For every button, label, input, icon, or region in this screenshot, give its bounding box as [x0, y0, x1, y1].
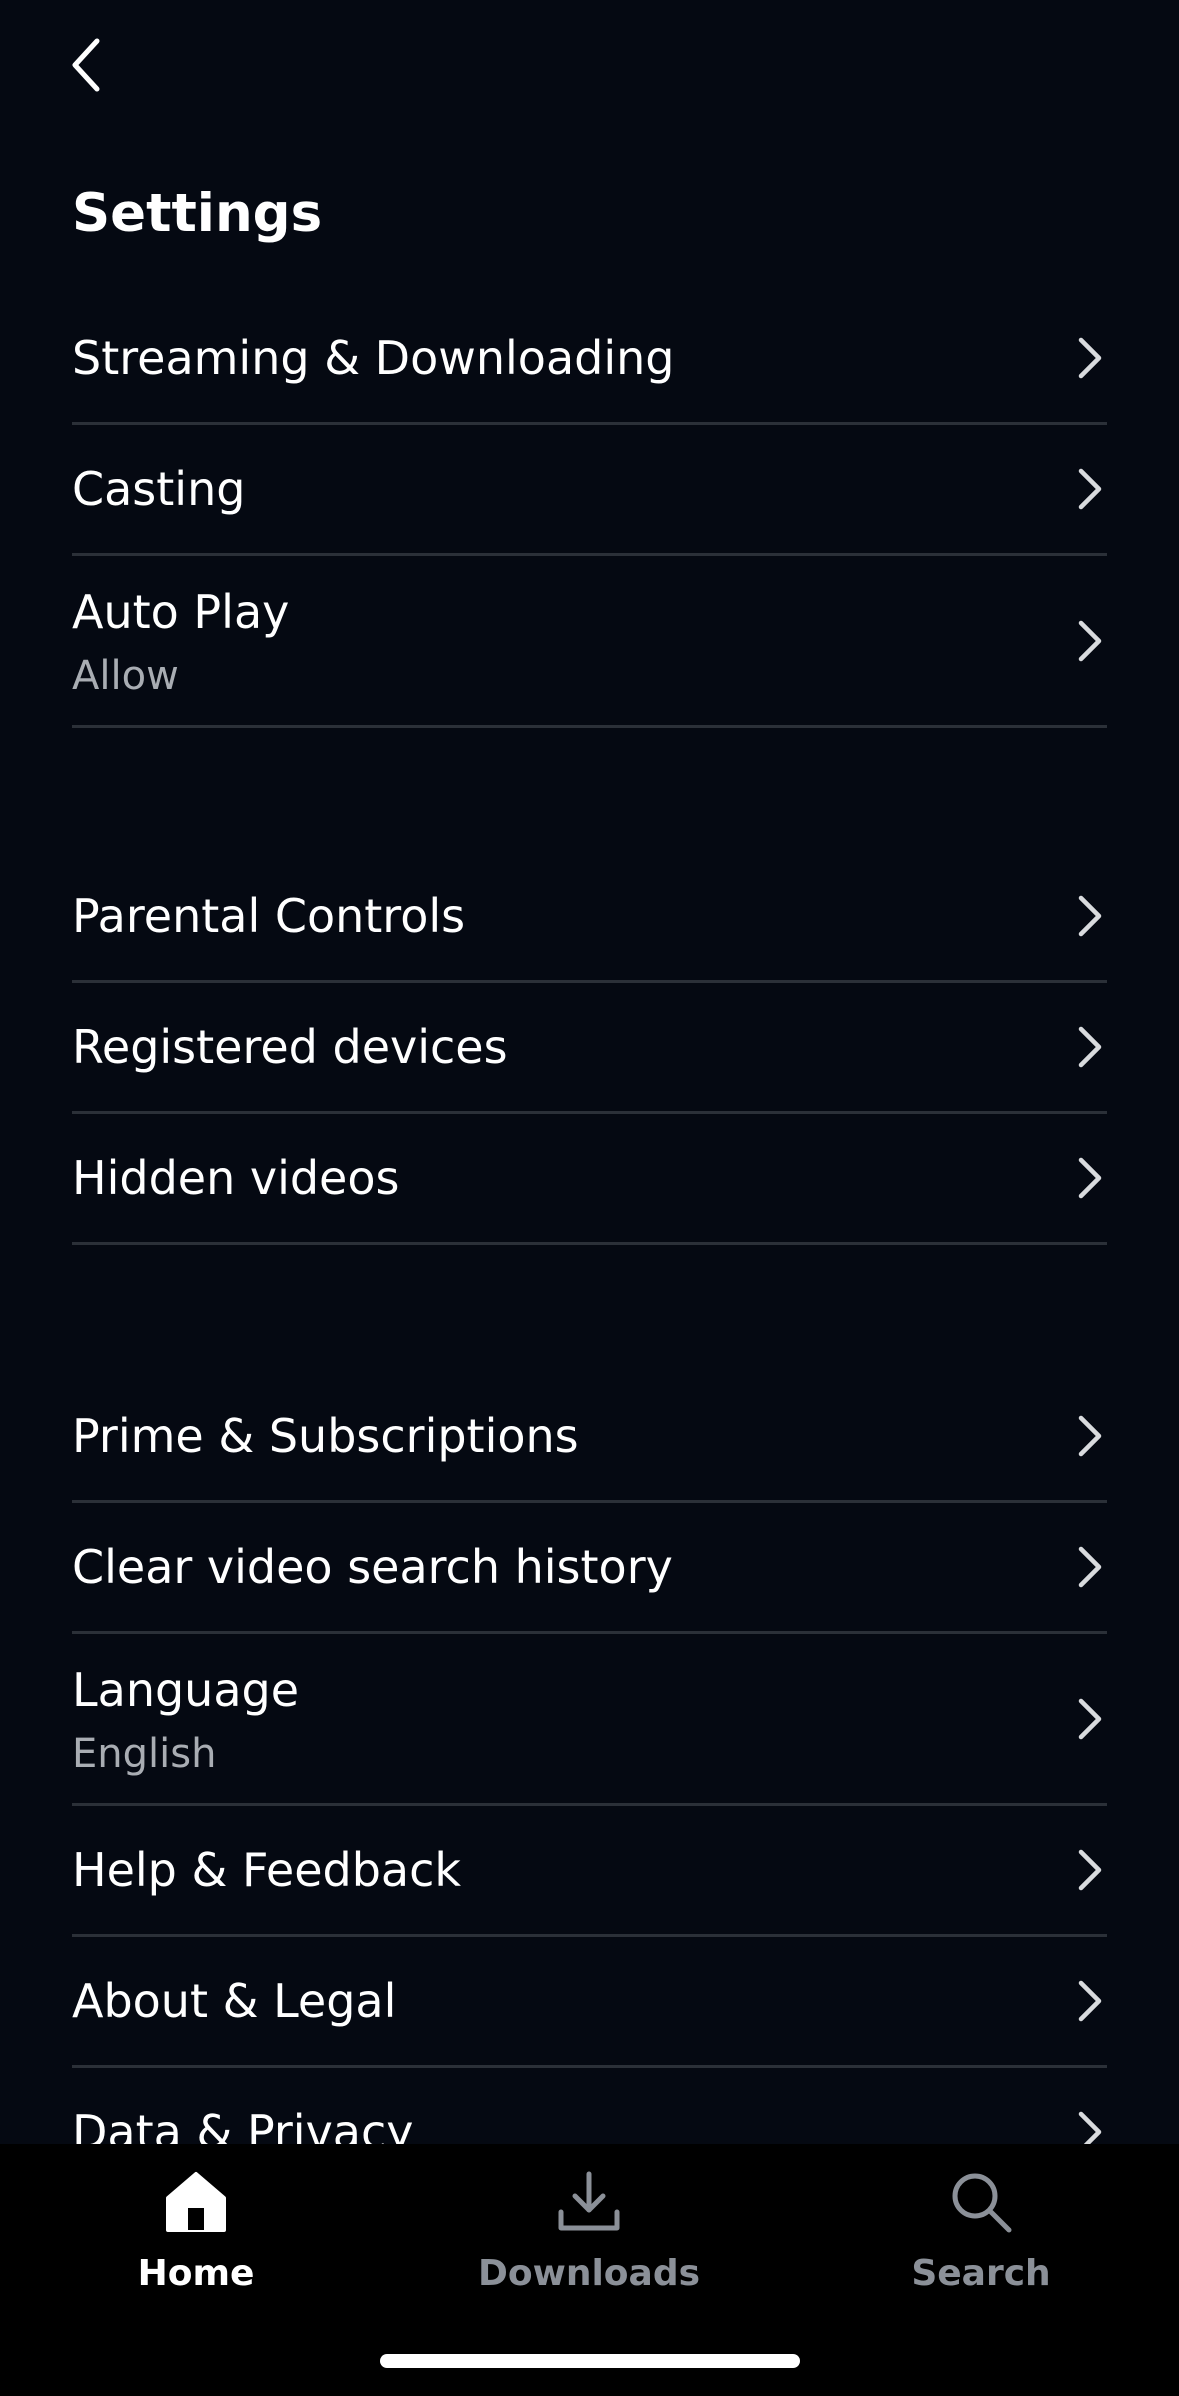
- chevron-right-icon: [1078, 895, 1102, 937]
- settings-item-label: Prime & Subscriptions: [72, 1409, 579, 1463]
- chevron-left-icon: [72, 38, 100, 92]
- nav-label: Home: [137, 2253, 255, 2294]
- settings-item-value: Allow: [72, 653, 179, 699]
- settings-item-label: Help & Feedback: [72, 1843, 462, 1897]
- home-indicator: [380, 2354, 800, 2368]
- nav-downloads[interactable]: Downloads: [439, 2166, 739, 2306]
- chevron-right-icon: [1078, 1698, 1102, 1739]
- chevron-right-icon: [1078, 337, 1102, 379]
- settings-item-parental-controls[interactable]: Parental Controls: [72, 852, 1107, 983]
- settings-item-language[interactable]: Language English: [72, 1634, 1107, 1806]
- home-icon: [166, 2172, 226, 2232]
- search-icon: [952, 2173, 1012, 2233]
- settings-item-label: Streaming & Downloading: [72, 331, 675, 385]
- settings-item-label: Parental Controls: [72, 889, 466, 943]
- chevron-right-icon: [1078, 1849, 1102, 1891]
- settings-item-label: Hidden videos: [72, 1151, 400, 1205]
- nav-home[interactable]: Home: [46, 2166, 346, 2306]
- page-title: Settings: [72, 183, 323, 244]
- chevron-right-icon: [1078, 1546, 1102, 1588]
- settings-group-account: Parental Controls Registered devices Hid…: [72, 852, 1107, 1245]
- settings-item-registered-devices[interactable]: Registered devices: [72, 983, 1107, 1114]
- settings-item-clear-search-history[interactable]: Clear video search history: [72, 1503, 1107, 1634]
- settings-item-casting[interactable]: Casting: [72, 425, 1107, 556]
- chevron-right-icon: [1078, 2111, 1102, 2144]
- settings-item-help-feedback[interactable]: Help & Feedback: [72, 1806, 1107, 1937]
- settings-item-label: Clear video search history: [72, 1540, 673, 1594]
- chevron-right-icon: [1078, 1157, 1102, 1199]
- settings-item-about-legal[interactable]: About & Legal: [72, 1937, 1107, 2068]
- nav-label: Search: [911, 2253, 1051, 2294]
- download-icon: [558, 2171, 620, 2231]
- settings-item-label: Registered devices: [72, 1020, 508, 1074]
- settings-item-label: About & Legal: [72, 1974, 397, 2028]
- settings-item-label: Auto Play: [72, 585, 290, 639]
- settings-group-playback: Streaming & Downloading Casting Auto Pla…: [72, 294, 1107, 728]
- chevron-right-icon: [1078, 1026, 1102, 1068]
- settings-item-streaming-downloading[interactable]: Streaming & Downloading: [72, 294, 1107, 425]
- settings-scroll-area[interactable]: Settings Streaming & Downloading Casting…: [0, 0, 1179, 2144]
- settings-item-label: Casting: [72, 462, 246, 516]
- settings-group-general: Prime & Subscriptions Clear video search…: [72, 1372, 1107, 2144]
- back-button[interactable]: [50, 30, 120, 100]
- settings-item-label: Language: [72, 1663, 300, 1717]
- settings-item-prime-subscriptions[interactable]: Prime & Subscriptions: [72, 1372, 1107, 1503]
- chevron-right-icon: [1078, 1415, 1102, 1457]
- chevron-right-icon: [1078, 620, 1102, 661]
- nav-label: Downloads: [477, 2253, 701, 2294]
- chevron-right-icon: [1078, 468, 1102, 510]
- nav-search[interactable]: Search: [831, 2166, 1131, 2306]
- settings-item-hidden-videos[interactable]: Hidden videos: [72, 1114, 1107, 1245]
- settings-item-label: Data & Privacy: [72, 2105, 414, 2144]
- chevron-right-icon: [1078, 1980, 1102, 2022]
- settings-item-auto-play[interactable]: Auto Play Allow: [72, 556, 1107, 728]
- settings-item-data-privacy[interactable]: Data & Privacy: [72, 2068, 1107, 2144]
- settings-item-value: English: [72, 1731, 217, 1777]
